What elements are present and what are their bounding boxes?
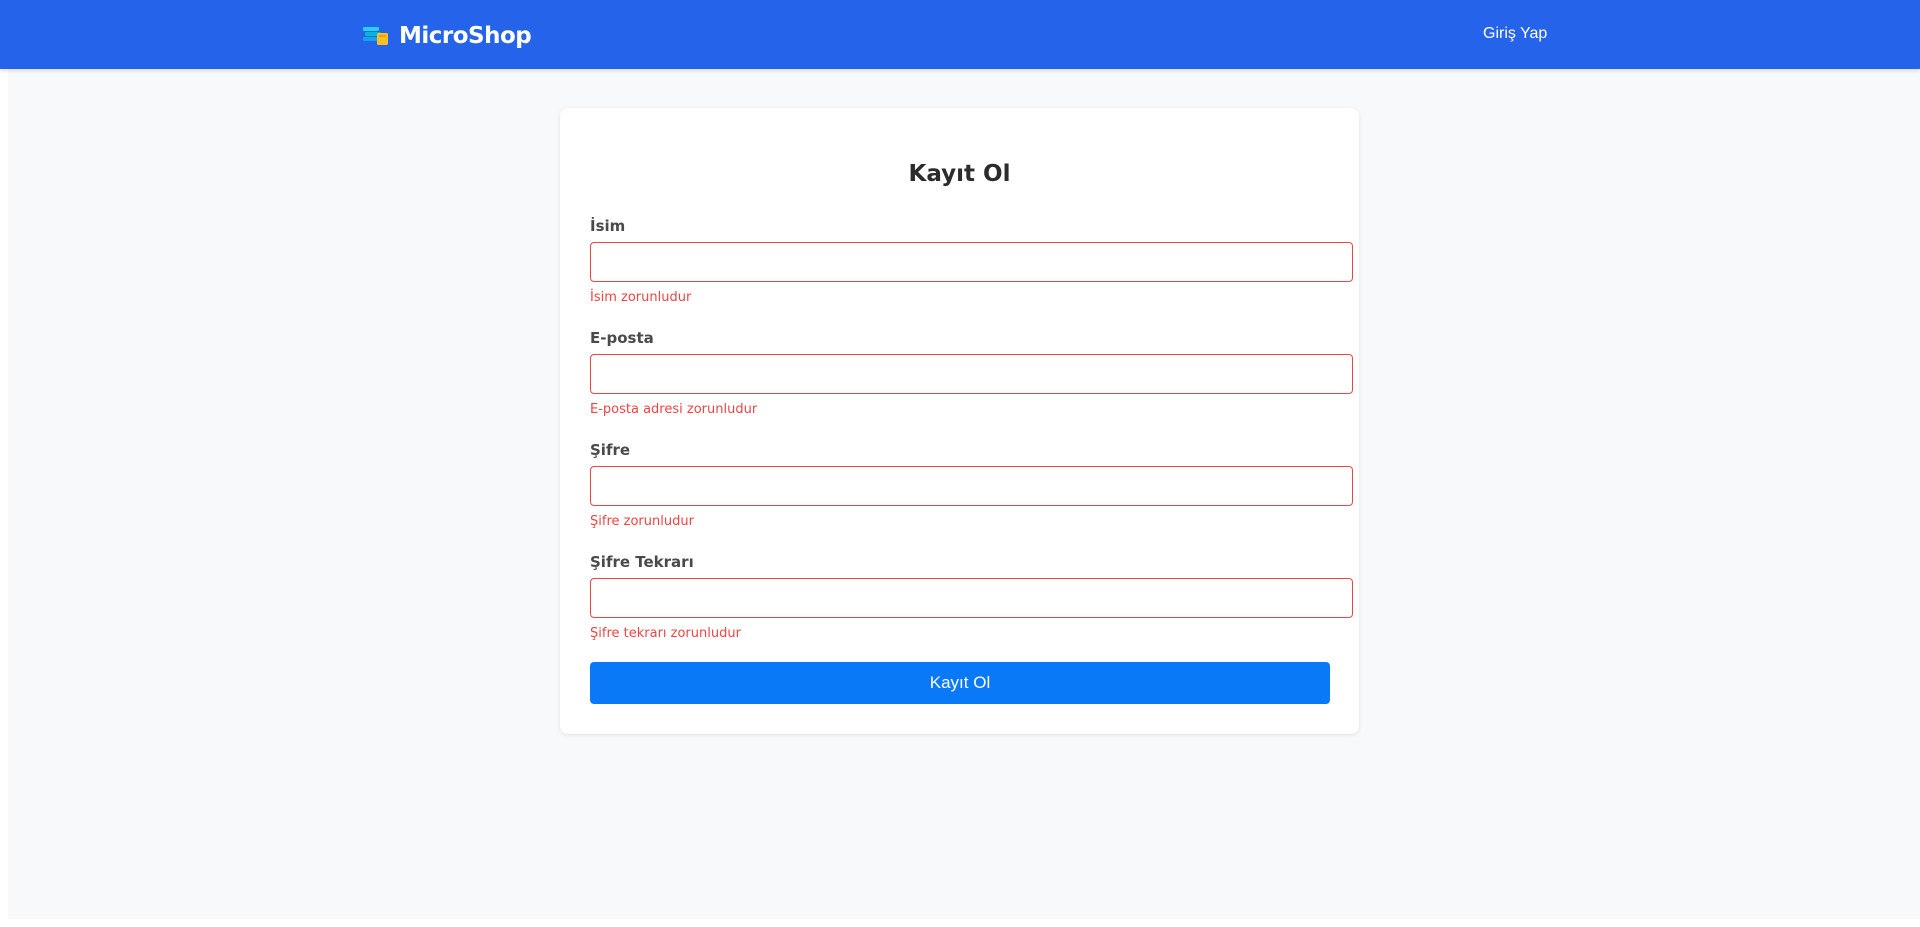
stacked-books-icon — [363, 25, 389, 47]
name-label: İsim — [590, 217, 626, 235]
name-field-group: İsim İsim zorunludur — [590, 216, 1353, 305]
register-card: Kayıt Ol İsim İsim zorunludur E-posta E-… — [560, 108, 1359, 734]
password-field-group: Şifre Şifre zorunludur — [590, 440, 1353, 529]
password-confirm-input[interactable] — [590, 578, 1353, 618]
password-confirm-label: Şifre Tekrarı — [590, 553, 694, 571]
navbar: MicroShop Giriş Yap — [0, 0, 1920, 69]
register-button[interactable]: Kayıt Ol — [590, 662, 1330, 704]
password-input[interactable] — [590, 466, 1353, 506]
name-error: İsim zorunludur — [590, 290, 692, 305]
page-title: Kayıt Ol — [908, 161, 1011, 187]
email-input[interactable] — [590, 354, 1353, 394]
password-confirm-field-group: Şifre Tekrarı Şifre tekrarı zorunludur — [590, 552, 1353, 641]
brand-name: MicroShop — [399, 23, 532, 49]
email-label: E-posta — [590, 329, 654, 347]
email-error: E-posta adresi zorunludur — [590, 402, 758, 417]
name-input[interactable] — [590, 242, 1353, 282]
login-link[interactable]: Giriş Yap — [1483, 25, 1547, 43]
brand-link[interactable]: MicroShop — [363, 21, 532, 51]
password-error: Şifre zorunludur — [590, 514, 694, 529]
password-confirm-error: Şifre tekrarı zorunludur — [590, 626, 741, 641]
password-label: Şifre — [590, 441, 631, 459]
email-field-group: E-posta E-posta adresi zorunludur — [590, 328, 1353, 417]
